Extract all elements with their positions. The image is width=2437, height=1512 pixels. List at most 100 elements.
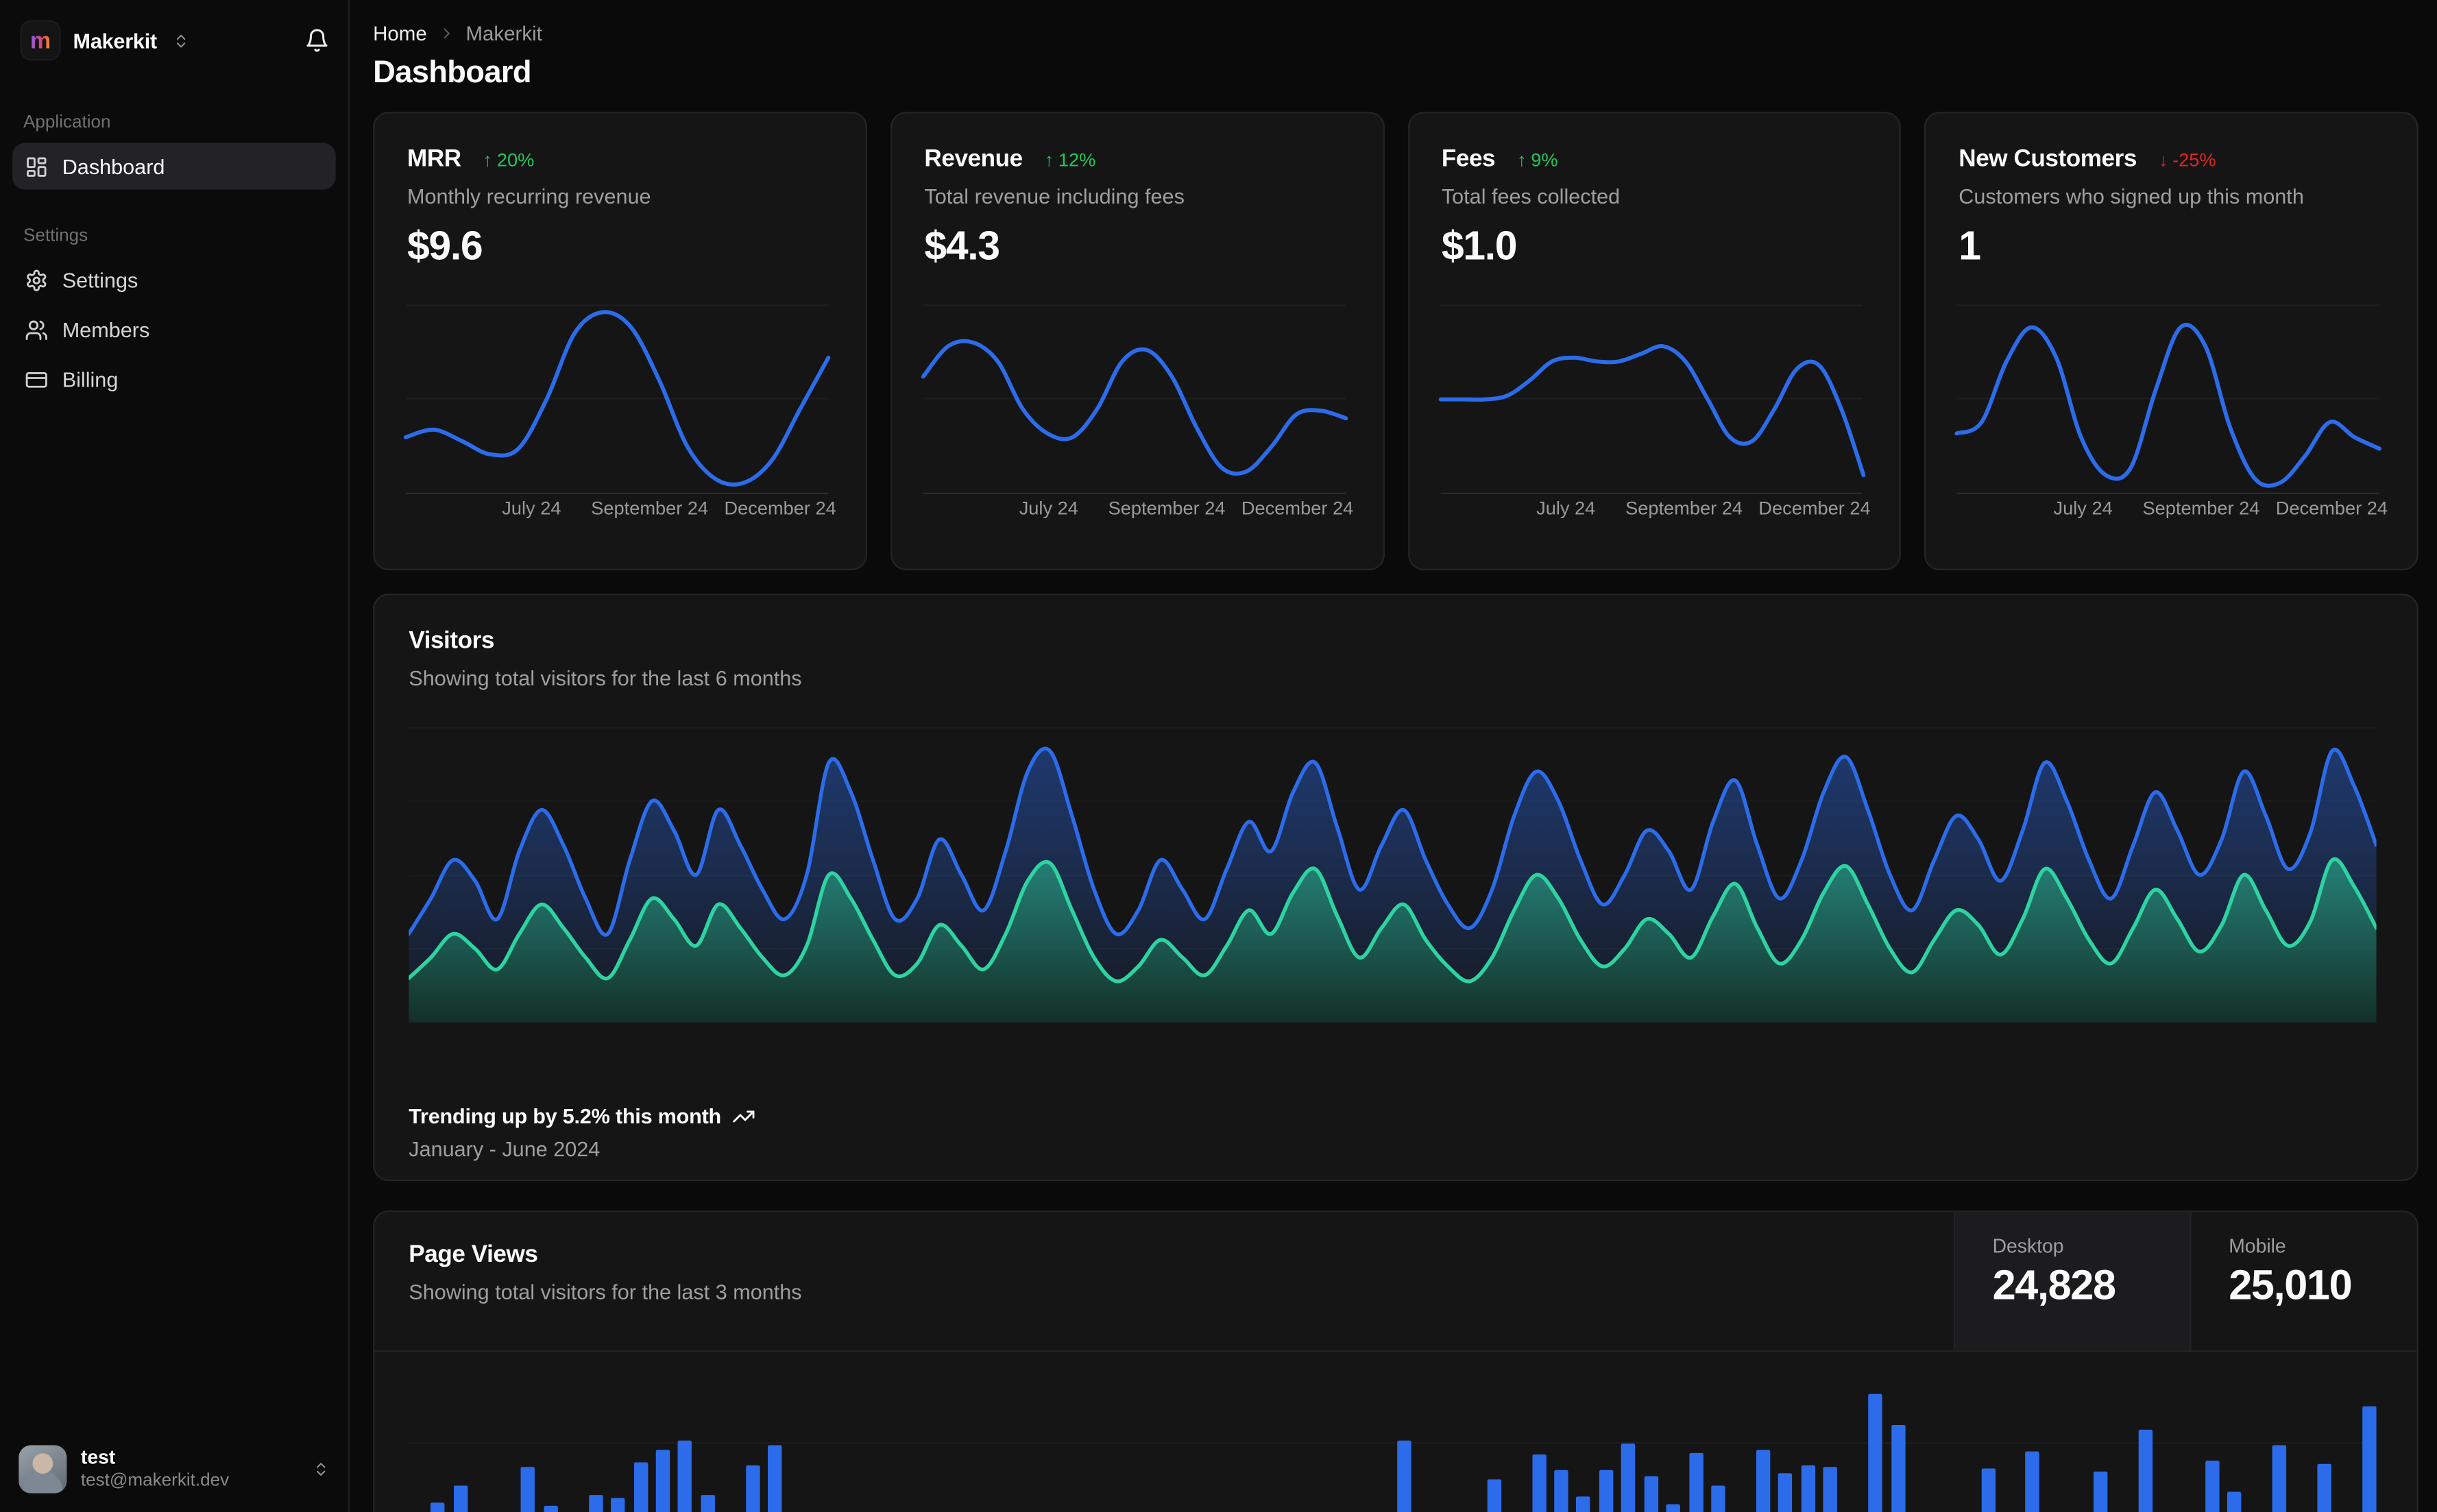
stat-label: Desktop: [1992, 1235, 2064, 1258]
sidebar-item-settings[interactable]: Settings: [12, 256, 336, 303]
bar: [588, 1495, 603, 1512]
x-axis-label: September 24: [1625, 497, 1743, 520]
layout-dashboard-icon: [25, 155, 48, 178]
stat-title: MRR: [407, 146, 461, 173]
bar: [543, 1505, 558, 1512]
gear-icon: [25, 268, 48, 291]
sparkline-chart: [403, 304, 831, 494]
avatar: [19, 1445, 67, 1493]
x-axis-label: September 24: [1108, 497, 1226, 520]
sidebar-item-billing[interactable]: Billing: [12, 356, 336, 402]
visitors-area-chart: [409, 727, 2377, 1023]
bar: [1666, 1504, 1681, 1512]
breadcrumb-current: Makerkit: [465, 21, 542, 45]
chevron-right-icon: [438, 25, 455, 42]
bar: [611, 1498, 625, 1512]
trend-badge: ↑ 12%: [1044, 149, 1096, 171]
page-views-title: Page Views: [409, 1241, 538, 1269]
bar: [2317, 1463, 2332, 1512]
bar: [1486, 1479, 1501, 1512]
bar: [1891, 1425, 1905, 1512]
bar: [2272, 1445, 2287, 1512]
stat-value: $9.6: [407, 222, 483, 269]
makerkit-logo: m: [20, 20, 61, 61]
stat-card-new-customers: New Customers ↓ -25% Customers who signed…: [1924, 112, 2418, 571]
stat-title: Fees: [1441, 146, 1496, 173]
sidebar-item-label: Settings: [62, 268, 138, 292]
bar: [701, 1495, 715, 1512]
sidebar-item-label: Dashboard: [62, 154, 165, 178]
breadcrumb: Home Makerkit: [373, 22, 2418, 45]
bar: [2137, 1429, 2153, 1512]
visitors-trend-text: Trending up by 5.2% this month: [409, 1104, 722, 1129]
sidebar-item-label: Members: [62, 317, 150, 341]
bar: [1868, 1393, 1883, 1512]
bar: [1644, 1476, 1658, 1512]
x-axis-label: July 24: [502, 497, 561, 520]
page-title: Dashboard: [373, 56, 531, 90]
bar: [1756, 1450, 1771, 1512]
trend-badge: ↑ 9%: [1516, 149, 1558, 171]
stat-card-mrr: MRR ↑ 20% Monthly recurring revenue $9.6 …: [373, 112, 867, 571]
sidebar-nav: Application Dashboard Settings Settings …: [0, 76, 348, 402]
user-info: test test@makerkit.dev: [81, 1446, 229, 1493]
sidebar-item-members[interactable]: Members: [12, 306, 336, 353]
bar: [2227, 1491, 2242, 1512]
bar: [745, 1465, 760, 1512]
x-axis-label: July 24: [2053, 497, 2113, 520]
stat-value: $4.3: [924, 222, 1000, 269]
credit-card-icon: [25, 367, 48, 391]
bar: [1576, 1496, 1591, 1512]
stat-title: New Customers: [1959, 146, 2137, 173]
x-axis-label: December 24: [2275, 497, 2388, 520]
workspace-selector[interactable]: m Makerkit: [0, 0, 348, 76]
sidebar-item-label: Billing: [62, 367, 119, 391]
arrow-up-icon: ↑: [1516, 149, 1527, 171]
bar: [2205, 1461, 2220, 1512]
stat-subtitle: Customers who signed up this month: [1959, 184, 2304, 208]
visitors-card: Visitors Showing total visitors for the …: [373, 594, 2418, 1182]
page-views-toggle-mobile[interactable]: Mobile 25,010: [2190, 1212, 2417, 1351]
user-name: test: [80, 1446, 116, 1468]
bar: [1688, 1452, 1704, 1512]
stat-label: Mobile: [2229, 1235, 2286, 1258]
bar: [1778, 1473, 1793, 1512]
breadcrumb-home-link[interactable]: Home: [373, 22, 427, 45]
logo-letter: m: [29, 27, 51, 54]
stat-card-revenue: Revenue ↑ 12% Total revenue including fee…: [890, 112, 1384, 571]
stat-card-fees: Fees ↑ 9% Total fees collected $1.0 July …: [1407, 112, 1902, 571]
stat-subtitle: Monthly recurring revenue: [407, 184, 651, 208]
chevrons-up-down-icon: [173, 32, 190, 49]
users-icon: [25, 318, 48, 341]
bar: [431, 1502, 446, 1512]
page-views-header: Page Views Showing total visitors for th…: [374, 1212, 2417, 1352]
sparkline-chart: [1438, 304, 1865, 494]
x-axis-label: December 24: [724, 497, 836, 520]
trending-up-icon: [732, 1105, 755, 1128]
workspace-name: Makerkit: [73, 28, 158, 52]
visitors-subtitle: Showing total visitors for the last 6 mo…: [409, 666, 802, 690]
bar: [678, 1440, 692, 1512]
sidebar-item-dashboard[interactable]: Dashboard: [12, 143, 336, 190]
stat-subtitle: Total revenue including fees: [924, 184, 1185, 208]
bar: [521, 1467, 535, 1512]
stat-value: 25,010: [2229, 1261, 2352, 1308]
page-views-toggle-desktop[interactable]: Desktop 24,828: [1953, 1212, 2190, 1351]
visitors-date-range: January - June 2024: [409, 1137, 601, 1161]
app-window: m Makerkit Application Dashboard Setting…: [0, 0, 2437, 1512]
nav-section-settings: Settings: [23, 227, 88, 246]
bell-icon[interactable]: [304, 28, 329, 53]
bar: [1531, 1454, 1546, 1512]
bar: [1801, 1465, 1815, 1512]
arrow-up-icon: ↑: [483, 149, 493, 171]
bar: [1554, 1470, 1568, 1512]
x-axis-label: September 24: [591, 497, 709, 520]
visitors-footer: Trending up by 5.2% this month January -…: [409, 1105, 755, 1161]
sparkline-chart: [921, 304, 1348, 494]
user-email: test@makerkit.dev: [80, 1472, 230, 1491]
x-axis-label: December 24: [1241, 497, 1354, 520]
user-menu[interactable]: test test@makerkit.dev: [0, 1430, 348, 1512]
arrow-up-icon: ↑: [1044, 149, 1054, 171]
page-views-subtitle: Showing total visitors for the last 3 mo…: [409, 1280, 802, 1304]
bar: [453, 1485, 468, 1512]
